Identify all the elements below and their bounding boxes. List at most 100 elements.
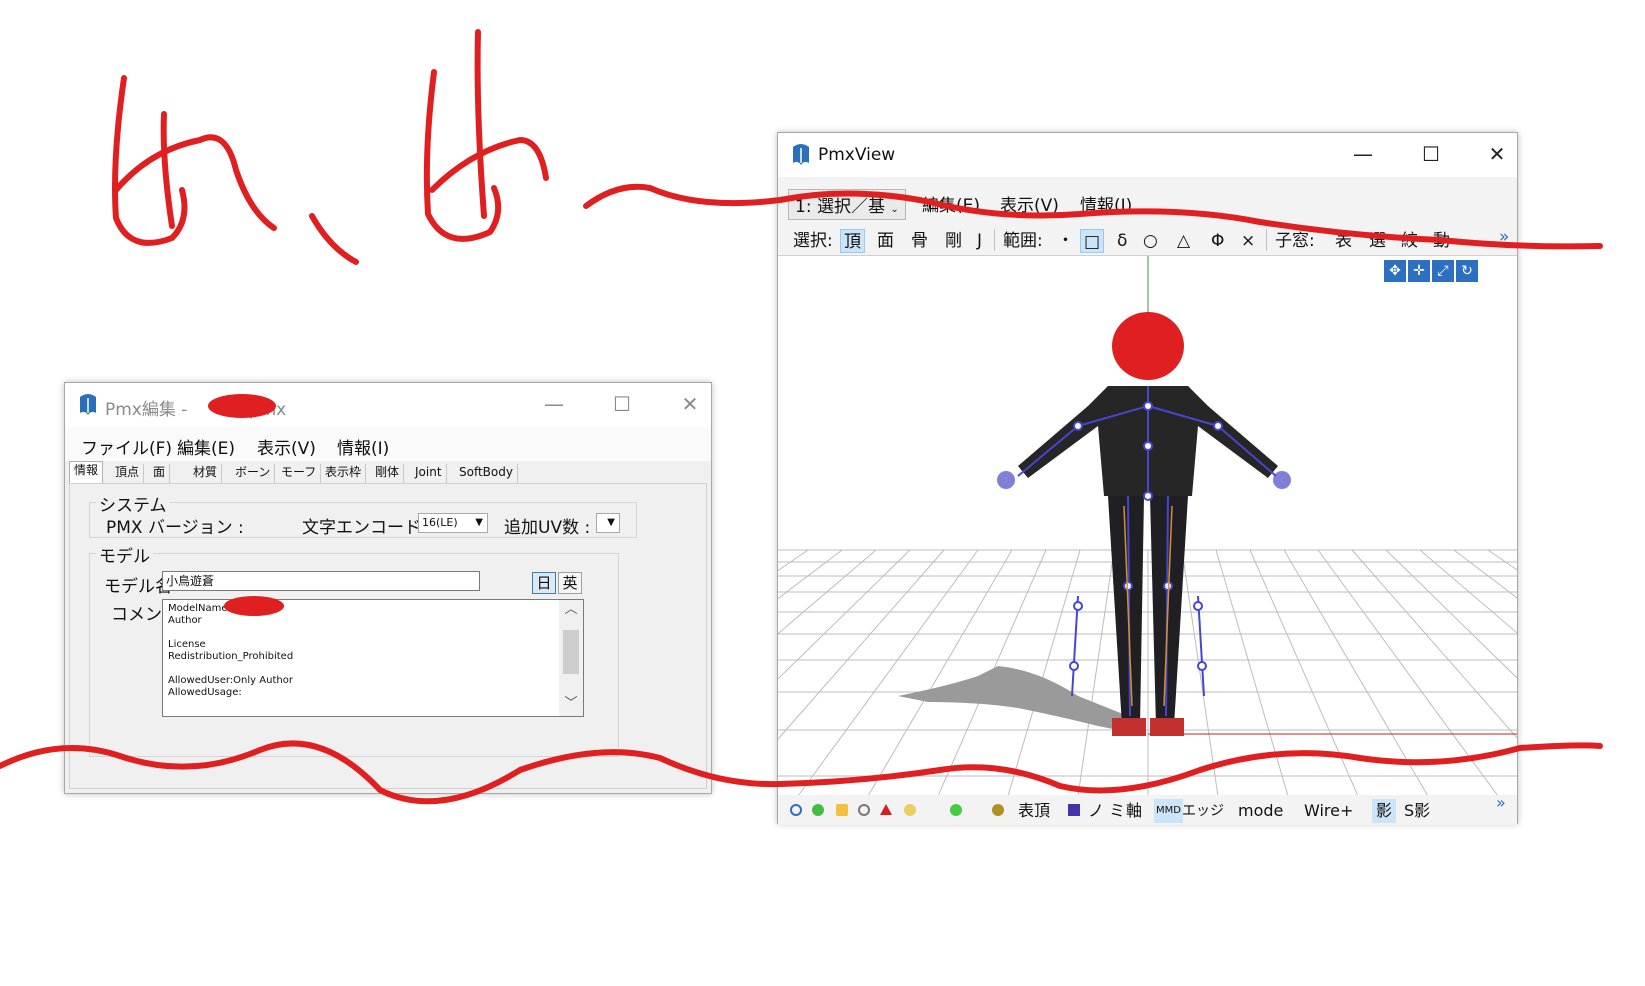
model-left-hand [997,471,1015,489]
select-rigid-button[interactable]: 剛 [942,229,965,253]
comment-textarea[interactable]: ModelName Author License Redistribution_… [162,599,584,717]
toolbar-divider [994,229,995,251]
close-button[interactable]: ✕ [1474,139,1520,169]
color-swatch-icon[interactable] [1068,804,1080,816]
chevron-down-icon: ▼ [475,517,483,528]
encoding-label: 文字エンコード : [302,518,433,538]
menu-file[interactable]: ファイル(F) [81,434,172,459]
tab-joint[interactable]: Joint [411,464,447,483]
pmx-view-window: PmxView — ☐ ✕ 1: 選択／基 ⌄ 編集(E) 表示(V) 情報(I… [777,132,1518,825]
menu-view[interactable]: 表示(V) [257,434,316,459]
camera-move-icon[interactable]: ✥ [1384,260,1406,282]
select-face-button[interactable]: 面 [874,229,897,253]
menu-edit[interactable]: 編集(E) [922,191,980,216]
tab-info[interactable]: 情報 [69,461,104,483]
tab-rigid-body[interactable]: 剛体 [371,464,405,483]
select-joint-button[interactable]: J [974,229,985,253]
range-triangle-button[interactable]: △ [1174,229,1193,253]
floor-grid [778,549,1517,795]
select-bone-button[interactable]: 骨 [908,229,931,253]
ring-icon[interactable] [858,804,870,816]
display-only-button[interactable]: ノ ミ [1088,799,1125,823]
range-rect-button[interactable]: □ [1080,229,1105,253]
range-delta-button[interactable]: δ [1114,229,1130,253]
tab-softbody[interactable]: SoftBody [455,464,518,483]
toolbar-overflow-button[interactable]: » [1496,225,1512,249]
child-table-button[interactable]: 表 [1332,229,1355,253]
self-shadow-button[interactable]: S影 [1404,799,1430,823]
menu-edit[interactable]: 編集(E) [177,434,235,459]
red-triangle-icon[interactable] [880,804,892,815]
comment-line: License [168,639,206,650]
scroll-thumb[interactable] [563,630,579,674]
lang-jp-button[interactable]: 日 [532,572,556,594]
model-right-foot [1150,718,1184,736]
encoding-value: 16(LE) [422,516,458,529]
normal-icon[interactable] [904,804,916,816]
lang-en-button[interactable]: 英 [558,572,582,594]
green-icon[interactable] [950,804,962,816]
comment-scrollbar[interactable]: ︿ ﹀ [559,600,583,716]
comment-line: AllowedUser:Only Author [168,675,293,686]
viewer-toolbar: 選択: 頂 面 骨 剛 J 範囲: ・ □ δ ○ △ Φ × 子窓: 表 選 … [778,225,1517,255]
tab-face[interactable]: 面 [149,464,171,483]
range-label: 範囲: [1003,231,1043,251]
range-circle-button[interactable]: ○ [1140,229,1161,253]
comment-line [168,627,578,639]
wire-plus-button[interactable]: Wire+ [1304,799,1353,823]
mode-select[interactable]: 1: 選択／基 ⌄ [788,189,906,220]
chevron-down-icon[interactable]: ﹀ [559,697,583,710]
maximize-button[interactable]: ☐ [1408,139,1454,169]
mode-select-label: 1: 選択／基 [795,197,885,217]
menu-view[interactable]: 表示(V) [1000,191,1059,216]
child-select-button[interactable]: 選 [1366,229,1389,253]
mode-button[interactable]: mode [1238,799,1283,823]
comment-line [168,663,578,675]
mmd-button[interactable]: MMD [1154,799,1183,823]
camera-rotate-icon[interactable]: ↻ [1456,260,1478,282]
uv-count-label: 追加UV数 : [504,518,591,538]
vertex-dot-icon[interactable] [790,804,802,816]
close-button[interactable]: ✕ [667,389,713,419]
tab-material[interactable]: 材質 [189,464,223,483]
encoding-select[interactable]: 16(LE) ▼ [418,513,488,533]
tab-vertex[interactable]: 頂点 [111,464,145,483]
editor-tabstrip: 情報 頂点 面 材質 ボーン モーフ 表示枠 剛体 Joint SoftBody [65,461,711,483]
chevron-up-icon[interactable]: ︿ [559,603,583,616]
tab-morph[interactable]: モーフ [277,464,322,483]
editor-menubar: ファイル(F) 編集(E) 表示(V) 情報(I) [65,427,711,461]
menu-info[interactable]: 情報(I) [1080,191,1132,216]
maximize-button[interactable]: ☐ [599,389,645,419]
pmx-app-icon [80,394,96,415]
tab-display-frame[interactable]: 表示枠 [321,464,367,483]
range-clear-button[interactable]: × [1238,229,1258,253]
model-shadow [898,666,1138,734]
child-motion-button[interactable]: 動 [1430,229,1453,253]
model-name-input[interactable]: 小鳥遊蒼 [162,571,480,591]
camera-pan-icon[interactable]: ✛ [1408,260,1430,282]
gold-icon[interactable] [992,804,1004,816]
viewer-title: PmxView [818,145,896,165]
edge-button[interactable]: エッジ [1182,799,1224,823]
shadow-button[interactable]: 影 [1372,799,1397,823]
viewer-titlebar: PmxView — ☐ ✕ [778,133,1517,177]
display-vertex-button[interactable]: 表頂 [1018,799,1050,823]
select-vertex-button[interactable]: 頂 [840,229,865,253]
menu-info[interactable]: 情報(I) [337,434,389,459]
editor-titlebar: Pmx編集 - pmx — ☐ ✕ [65,383,711,427]
model-head-scribble [1112,312,1184,380]
minimize-button[interactable]: — [531,389,577,419]
uv-count-select[interactable]: ▼ [596,513,620,533]
camera-zoom-icon[interactable]: ⤢ [1432,260,1454,282]
statusbar-overflow-button[interactable]: » [1496,791,1506,815]
tab-bone[interactable]: ボーン [231,464,276,483]
green-star-icon[interactable] [812,804,824,816]
range-point-button[interactable]: ・ [1054,229,1077,253]
texture-icon[interactable] [836,804,848,816]
3d-viewport[interactable]: ✥ ✛ ⤢ ↻ [778,255,1517,795]
range-phi-button[interactable]: Φ [1208,229,1227,253]
child-filter-button[interactable]: 絞 [1398,229,1421,253]
pmx-app-icon [793,144,809,165]
axis-button[interactable]: 軸 [1126,799,1142,823]
minimize-button[interactable]: — [1340,139,1386,169]
